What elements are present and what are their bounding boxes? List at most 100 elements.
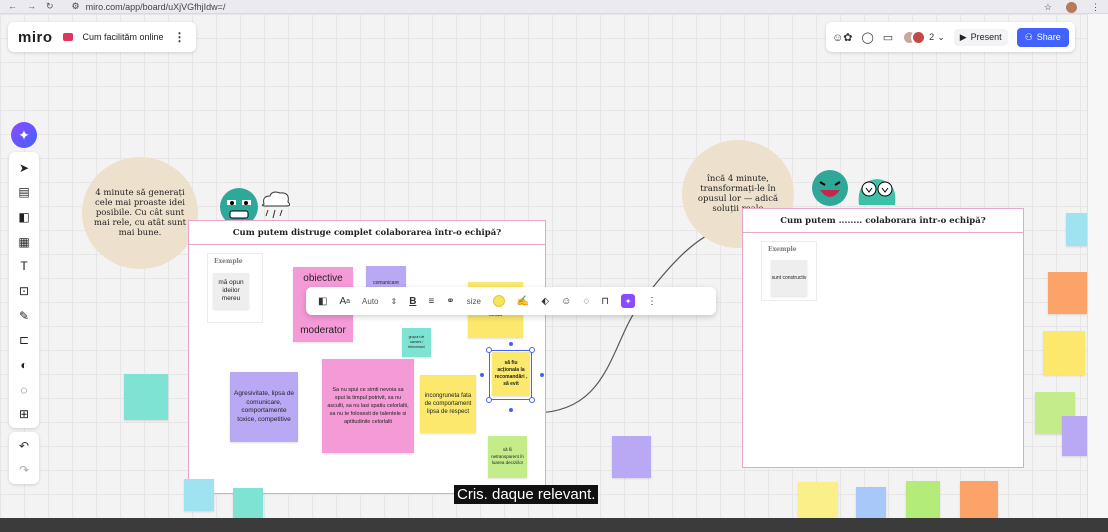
- sticky-note-empty[interactable]: [798, 482, 838, 518]
- color-swatch[interactable]: [492, 295, 505, 307]
- collaboration-bar: ☺✿ ◯ ▭ 2 ⌄ ▶ Present ⚇ Share: [826, 22, 1075, 52]
- sticky-note-groups[interactable]: grupuri de oameni / teleormani: [402, 328, 431, 357]
- url-text: miro.com/app/board/uXjVGfhjIdw=/: [85, 1, 226, 12]
- forward-icon[interactable]: →: [27, 1, 36, 12]
- sticky-note-empty[interactable]: [960, 481, 998, 518]
- collaborators[interactable]: 2 ⌄: [902, 29, 945, 45]
- present-label: Present: [970, 32, 1002, 42]
- frame-title: Cum putem ........ colaborara într-o ech…: [743, 209, 1023, 233]
- example-label: Exemple: [768, 246, 797, 253]
- lock-icon[interactable]: ⊓: [601, 296, 609, 307]
- text-tool-icon[interactable]: T: [9, 256, 39, 276]
- connection-point[interactable]: [509, 408, 513, 412]
- board-name[interactable]: Cum facilităm online: [83, 32, 164, 42]
- font-size-stepper-icon[interactable]: ⇕: [391, 297, 398, 306]
- example-label: Exemple: [214, 258, 243, 265]
- bold-icon[interactable]: B: [409, 296, 416, 307]
- templates-icon[interactable]: ▤: [9, 182, 39, 202]
- select-tool-icon[interactable]: ➤: [9, 158, 39, 178]
- browser-actions: ☆ ⋮: [1044, 0, 1100, 14]
- undo-icon[interactable]: ↶: [9, 436, 39, 456]
- resize-handle[interactable]: [486, 347, 492, 353]
- play-icon: ▶: [959, 31, 967, 42]
- sticky-note-empty[interactable]: [1048, 272, 1087, 314]
- example-sticky-note[interactable]: mă opun ideilor mereu: [213, 273, 249, 309]
- note-text: comunicare: [373, 280, 399, 286]
- site-settings-icon[interactable]: ⚙: [72, 1, 80, 12]
- rain-cloud-sticker[interactable]: [258, 188, 294, 222]
- tag-icon[interactable]: ⬖: [541, 296, 549, 307]
- reload-icon[interactable]: ↻: [46, 1, 54, 12]
- ai-assist-button[interactable]: ✦: [11, 122, 37, 148]
- reactions-icon[interactable]: ☺✿: [832, 31, 852, 44]
- sticky-note-empty[interactable]: [124, 374, 168, 420]
- sticky-note-empty[interactable]: [856, 487, 886, 518]
- sticky-note-dont-speak[interactable]: Sa nu spui ce simti nevoia sa spui la ti…: [322, 359, 414, 453]
- resize-handle[interactable]: [529, 347, 535, 353]
- connection-point[interactable]: [509, 342, 513, 346]
- browser-chrome: ← → ↻ ⚙ miro.com/app/board/uXjVGfhjIdw=/…: [0, 0, 1108, 14]
- reaction-add-icon[interactable]: ☺: [561, 296, 571, 307]
- frame-improve-collaboration[interactable]: Cum putem ........ colaborara într-o ech…: [742, 208, 1024, 468]
- back-icon[interactable]: ←: [8, 1, 17, 12]
- sticky-note-aggressiveness[interactable]: Agresivitate, lipsa de comunicare, compo…: [230, 372, 298, 442]
- pen-icon[interactable]: ✎: [9, 306, 39, 326]
- selection-box[interactable]: [489, 350, 532, 400]
- sticky-note-icon[interactable]: ◧: [9, 207, 39, 227]
- example-note-text: mă opun ideilor mereu: [218, 279, 244, 302]
- creation-toolbar: ➤ ▤ ◧ ▦ T ⊡ ✎ ⊏ ◐ ◌ ⊞: [9, 152, 39, 428]
- sticky-note-empty[interactable]: [1043, 331, 1085, 375]
- font-size-auto[interactable]: Auto: [362, 297, 378, 306]
- connection-point[interactable]: [540, 373, 544, 377]
- sticky-note-empty[interactable]: [1066, 213, 1087, 246]
- more-options-icon[interactable]: ⋮: [647, 296, 657, 307]
- comment-icon[interactable]: ◌: [9, 380, 39, 400]
- shapes-icon[interactable]: ⊡: [9, 281, 39, 301]
- sticky-type-icon[interactable]: ◧: [318, 296, 327, 307]
- sticky-note-empty[interactable]: [906, 481, 940, 518]
- font-icon[interactable]: Aa: [339, 296, 350, 307]
- sticky-note-empty[interactable]: [184, 479, 214, 511]
- comment-icon[interactable]: ◌: [583, 296, 589, 307]
- signature-icon[interactable]: ✍: [517, 296, 529, 307]
- link-icon[interactable]: ⚭: [446, 296, 454, 307]
- bookmark-star-icon[interactable]: ☆: [1044, 2, 1052, 13]
- laughing-monster-sticker[interactable]: [810, 168, 850, 208]
- video-call-icon[interactable]: ▭: [883, 31, 893, 44]
- note-text: moderator: [300, 325, 346, 336]
- undo-redo-panel: ↶ ↷: [9, 432, 39, 484]
- miro-logo[interactable]: miro: [18, 29, 53, 46]
- profile-avatar[interactable]: [1066, 1, 1077, 13]
- comments-icon[interactable]: ◯: [861, 31, 873, 44]
- sticky-note-incongruence[interactable]: incongruneta fata de comportament lipsa …: [420, 375, 476, 433]
- ai-sparkle-icon[interactable]: ✦: [621, 294, 636, 308]
- note-text: Sa nu spui ce simti nevoia sa spui la ti…: [327, 387, 409, 425]
- board-canvas[interactable]: 4 minute să generați cele mai proaste id…: [0, 14, 1087, 518]
- example-sticky-note[interactable]: sunt constructiv: [771, 260, 807, 296]
- resize-handle[interactable]: [486, 397, 492, 403]
- love-eyes-monster-sticker[interactable]: [856, 171, 898, 207]
- instruction-text-left: 4 minute să generați cele mai proaste id…: [93, 188, 187, 238]
- browser-menu-icon[interactable]: ⋮: [1091, 2, 1100, 13]
- share-button[interactable]: ⚇ Share: [1016, 27, 1069, 47]
- board-menu-icon[interactable]: ⋮: [174, 30, 186, 44]
- sticky-note-empty[interactable]: [612, 436, 651, 478]
- connection-point[interactable]: [480, 373, 484, 377]
- size-label[interactable]: size: [467, 297, 481, 306]
- video-caption: Cris. daque relevant.: [454, 485, 599, 504]
- add-more-icon[interactable]: ⊞: [9, 404, 39, 424]
- crop-frame-icon[interactable]: ⊏: [9, 330, 39, 350]
- present-button[interactable]: ▶ Present: [953, 28, 1008, 46]
- instruction-circle-left[interactable]: 4 minute să generați cele mai proaste id…: [82, 157, 198, 269]
- sticky-note-empty[interactable]: [1062, 416, 1087, 456]
- share-label: Share: [1036, 32, 1061, 42]
- frame-icon[interactable]: ▦: [9, 232, 39, 252]
- collaborator-count: 2: [929, 32, 935, 42]
- palette-icon[interactable]: ◐: [9, 355, 39, 375]
- sticky-note-non-transparent[interactable]: să fii netransparent în luarea deciziilo…: [488, 436, 527, 478]
- resize-handle[interactable]: [529, 397, 535, 403]
- redo-icon[interactable]: ↷: [9, 460, 39, 480]
- address-bar[interactable]: ⚙ miro.com/app/board/uXjVGfhjIdw=/: [72, 1, 226, 12]
- sticky-note-empty[interactable]: [233, 488, 263, 518]
- align-icon[interactable]: ≡: [428, 296, 434, 307]
